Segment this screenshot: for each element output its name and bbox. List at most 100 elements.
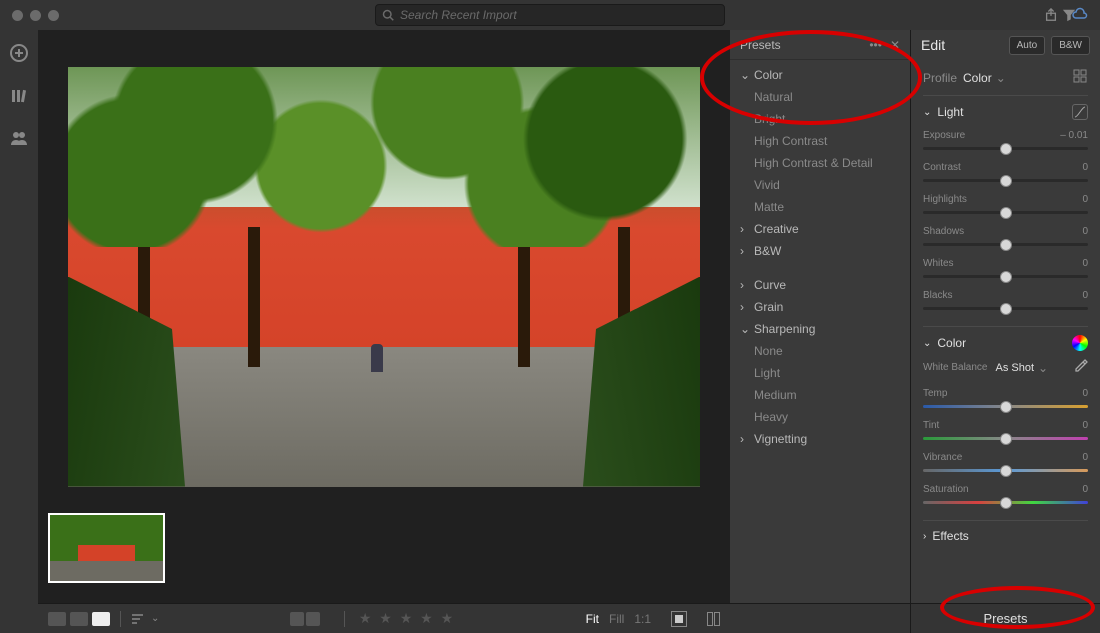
slider-track[interactable]: [923, 437, 1088, 440]
slider-label: Highlights: [923, 194, 967, 205]
slider-track[interactable]: [923, 243, 1088, 246]
auto-button[interactable]: Auto: [1009, 36, 1046, 55]
preset-item[interactable]: None: [730, 340, 910, 362]
preset-group-b-w[interactable]: ›B&W: [730, 240, 910, 262]
preset-item[interactable]: Vivid: [730, 174, 910, 196]
presets-title: Presets: [740, 38, 781, 52]
photo-canvas[interactable]: [38, 30, 730, 503]
slider-blacks[interactable]: Blacks0: [923, 286, 1088, 318]
profile-grid-icon[interactable]: [1072, 68, 1088, 87]
add-photo-button[interactable]: [10, 44, 28, 65]
effects-header[interactable]: › Effects: [923, 529, 1088, 543]
slider-tint[interactable]: Tint0: [923, 416, 1088, 448]
slider-track[interactable]: [923, 147, 1088, 150]
thumbnail[interactable]: [48, 513, 165, 583]
tone-curve-icon[interactable]: [1072, 104, 1088, 120]
flag-buttons[interactable]: [290, 612, 320, 626]
cloud-sync-icon[interactable]: [1072, 7, 1088, 23]
search-input[interactable]: Search Recent Import: [375, 4, 725, 26]
sort-button[interactable]: ⌄: [131, 613, 159, 625]
slider-knob[interactable]: [1000, 303, 1012, 315]
slider-knob[interactable]: [1000, 175, 1012, 187]
slider-knob[interactable]: [1000, 271, 1012, 283]
slider-knob[interactable]: [1000, 497, 1012, 509]
slider-label: Whites: [923, 258, 954, 269]
preset-group-vignetting[interactable]: ›Vignetting: [730, 428, 910, 450]
presets-footer: [730, 603, 910, 633]
preset-item[interactable]: Light: [730, 362, 910, 384]
compare-button[interactable]: [707, 612, 720, 626]
slider-highlights[interactable]: Highlights 0: [923, 190, 1088, 222]
preset-item[interactable]: High Contrast & Detail: [730, 152, 910, 174]
preset-group-curve[interactable]: ›Curve: [730, 274, 910, 296]
slider-knob[interactable]: [1000, 143, 1012, 155]
preset-item[interactable]: Matte: [730, 196, 910, 218]
slider-temp[interactable]: Temp0: [923, 384, 1088, 416]
presets-panel: Presets ••• ✕ ⌄ColorNaturalBrightHigh Co…: [730, 30, 910, 633]
slider-knob[interactable]: [1000, 465, 1012, 477]
chevron-right-icon: ›: [740, 244, 754, 258]
preset-group-creative[interactable]: ›Creative: [730, 218, 910, 240]
slider-value: – 0.01: [1060, 130, 1088, 141]
share-icon[interactable]: [1044, 8, 1058, 22]
preset-group-label: Color: [754, 68, 783, 82]
slider-knob[interactable]: [1000, 207, 1012, 219]
chevron-right-icon: ›: [740, 432, 754, 446]
preset-item[interactable]: Bright: [730, 108, 910, 130]
grid-view-button[interactable]: [48, 612, 66, 626]
slider-label: Saturation: [923, 484, 969, 495]
slider-label: Shadows: [923, 226, 964, 237]
slider-shadows[interactable]: Shadows0: [923, 222, 1088, 254]
color-mixer-icon[interactable]: [1072, 335, 1088, 351]
preset-group-label: Vignetting: [754, 432, 807, 446]
detail-view-button[interactable]: [92, 612, 110, 626]
preset-item[interactable]: Medium: [730, 384, 910, 406]
rating-stars[interactable]: ★ ★ ★ ★ ★: [359, 610, 455, 627]
presets-footer-button[interactable]: Presets: [911, 603, 1100, 633]
info-overlay-button[interactable]: [671, 611, 687, 627]
preset-group-grain[interactable]: ›Grain: [730, 296, 910, 318]
presets-more-icon[interactable]: •••: [869, 38, 882, 52]
people-icon[interactable]: [10, 130, 28, 149]
profile-row[interactable]: Profile Color ⌄: [923, 60, 1088, 95]
minimize-window-icon[interactable]: [30, 10, 41, 21]
slider-track[interactable]: [923, 405, 1088, 408]
slider-track[interactable]: [923, 211, 1088, 214]
square-view-button[interactable]: [70, 612, 88, 626]
slider-track[interactable]: [923, 275, 1088, 278]
slider-value: 0: [1082, 258, 1088, 269]
bw-button[interactable]: B&W: [1051, 36, 1090, 55]
preset-item[interactable]: Natural: [730, 86, 910, 108]
slider-track[interactable]: [923, 307, 1088, 310]
slider-track[interactable]: [923, 179, 1088, 182]
slider-contrast[interactable]: Contrast0: [923, 158, 1088, 190]
preset-group-sharpening[interactable]: ⌄Sharpening: [730, 318, 910, 340]
slider-knob[interactable]: [1000, 239, 1012, 251]
preset-item[interactable]: High Contrast: [730, 130, 910, 152]
white-balance-row[interactable]: White Balance As Shot ⌄: [923, 357, 1088, 384]
zoom-1-1[interactable]: 1:1: [634, 612, 651, 626]
zoom-fit[interactable]: Fit: [586, 612, 599, 626]
slider-knob[interactable]: [1000, 433, 1012, 445]
main-photo: [68, 67, 700, 487]
zoom-fill[interactable]: Fill: [609, 612, 624, 626]
close-window-icon[interactable]: [12, 10, 23, 21]
slider-exposure[interactable]: Exposure– 0.01: [923, 126, 1088, 158]
slider-track[interactable]: [923, 469, 1088, 472]
light-section: ⌄ Light Exposure– 0.01Contrast0Highlight…: [923, 96, 1088, 326]
preset-group-color[interactable]: ⌄Color: [730, 64, 910, 86]
eyedropper-icon[interactable]: [1074, 359, 1088, 376]
maximize-window-icon[interactable]: [48, 10, 59, 21]
slider-vibrance[interactable]: Vibrance0: [923, 448, 1088, 480]
preset-item[interactable]: Heavy: [730, 406, 910, 428]
view-mode-group: [48, 612, 110, 626]
slider-knob[interactable]: [1000, 401, 1012, 413]
slider-whites[interactable]: Whites 0: [923, 254, 1088, 286]
slider-track[interactable]: [923, 501, 1088, 504]
library-icon[interactable]: [10, 87, 28, 108]
presets-close-icon[interactable]: ✕: [890, 38, 900, 52]
color-header[interactable]: ⌄ Color: [923, 335, 1088, 357]
slider-saturation[interactable]: Saturation0: [923, 480, 1088, 512]
slider-value: 0: [1082, 194, 1088, 205]
light-header[interactable]: ⌄ Light: [923, 104, 1088, 126]
